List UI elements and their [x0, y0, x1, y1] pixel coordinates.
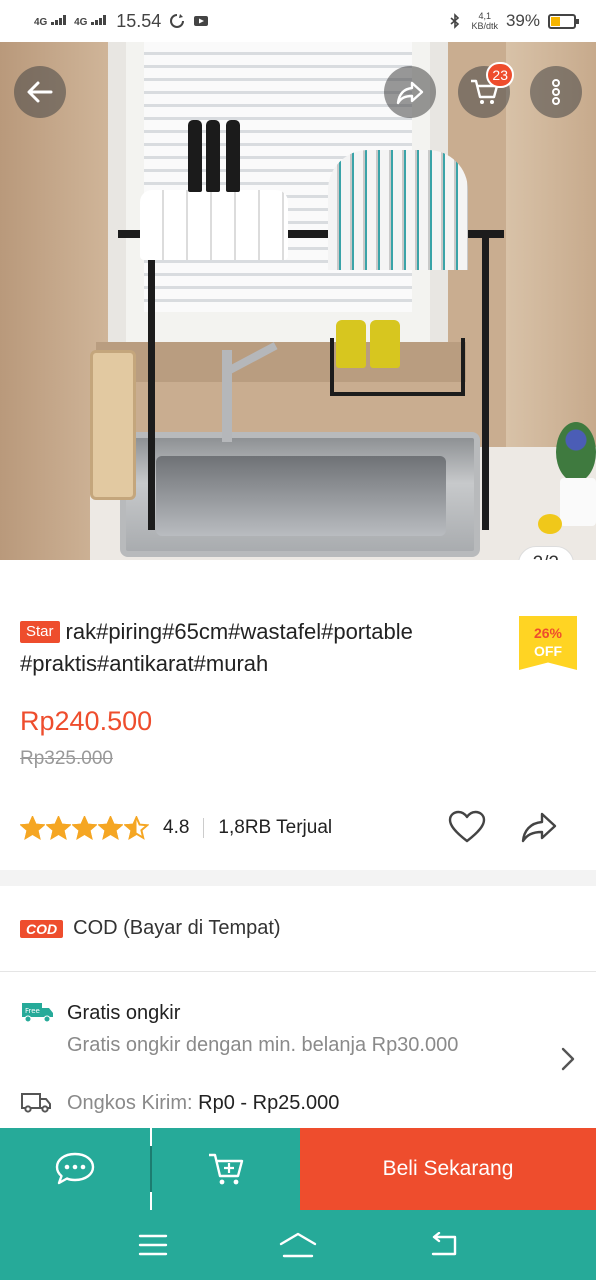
- star-full-icon: [46, 816, 71, 840]
- star-full-icon: [98, 816, 123, 840]
- battery-icon: [548, 13, 579, 29]
- heart-icon[interactable]: [448, 810, 486, 844]
- section-gap: [0, 870, 596, 886]
- photo-knife-3: [226, 120, 240, 192]
- shipping-cost-value: Rp0 - Rp25.000: [198, 1092, 340, 1114]
- rating-value: 4.8: [163, 817, 190, 838]
- shipping-cost-label: Ongkos Kirim:: [67, 1092, 193, 1114]
- product-image-gallery[interactable]: 23 2/2: [0, 42, 596, 560]
- photo-knife-2: [206, 120, 220, 192]
- buy-now-button[interactable]: Beli Sekarang: [300, 1128, 596, 1210]
- chat-bubble-icon: [55, 1152, 95, 1185]
- system-nav-bar: [0, 1210, 596, 1280]
- photo-knife-1: [188, 120, 202, 192]
- photo-sink: [120, 432, 480, 557]
- share-button[interactable]: [384, 66, 436, 118]
- product-info: Star rak#piring#65cm#wastafel#portable #p…: [0, 560, 596, 870]
- network-type-1: 4G: [34, 16, 48, 28]
- network-type-2: 4G: [74, 16, 88, 28]
- shipping-cost: Ongkos Kirim: Rp0 - Rp25.000: [67, 1092, 339, 1115]
- photo-cutting-board: [90, 350, 136, 500]
- bluetooth-icon: [450, 13, 460, 29]
- status-bar: 4G 4G 15.54 4,1 KB/dtk 39%: [0, 0, 596, 42]
- free-shipping-subtitle: Gratis ongkir dengan min. belanja Rp30.0…: [67, 1034, 459, 1056]
- home-icon: [279, 1232, 317, 1258]
- photo-sink-basin: [156, 456, 446, 536]
- photo-rack-leg-left: [148, 230, 155, 530]
- speed-unit: KB/dtk: [471, 21, 498, 31]
- free-shipping-title: Gratis ongkir: [67, 1002, 181, 1024]
- star-full-icon: [20, 816, 45, 840]
- chat-button[interactable]: [0, 1128, 150, 1210]
- product-title: rak#piring#65cm#wastafel#portable #prakt…: [20, 619, 413, 676]
- cod-label: COD (Bayar di Tempat): [73, 917, 281, 939]
- chevron-right-icon[interactable]: [560, 1046, 576, 1072]
- clock: 15.54: [116, 10, 162, 31]
- nav-home-button[interactable]: [268, 1223, 328, 1267]
- free-icon-text: Free: [25, 1007, 40, 1015]
- photo-bowls: [140, 190, 288, 260]
- signal-bars-2-icon: [91, 14, 107, 25]
- status-left: 4G 4G 15.54: [34, 11, 209, 32]
- photo-lemon: [538, 514, 562, 534]
- star-seller-badge: Star: [20, 621, 60, 643]
- return-icon: [432, 1232, 457, 1256]
- star-fill: [20, 816, 45, 840]
- photo-bottle-1: [336, 320, 366, 368]
- share-arrow-icon: [396, 81, 424, 105]
- original-price: Rp325.000: [20, 748, 113, 769]
- sync-icon: [170, 14, 185, 28]
- more-options-button[interactable]: [530, 66, 582, 118]
- rating-divider: [203, 818, 205, 838]
- delivery-truck-icon: [21, 1093, 51, 1113]
- photo-rack-leg-right: [482, 230, 489, 530]
- bottom-action-bar: Beli Sekarang: [0, 1128, 596, 1210]
- signal-bars-1-icon: [51, 14, 67, 25]
- cart-button[interactable]: 23: [458, 62, 514, 118]
- back-button[interactable]: [14, 66, 66, 118]
- rating-row: 4.8 1,8RB Terjual: [20, 810, 576, 844]
- battery-fill: [551, 16, 560, 26]
- status-right: 4,1 KB/dtk 39%: [447, 11, 579, 31]
- cod-badge: COD: [20, 919, 64, 938]
- image-counter: 2/2: [517, 546, 574, 560]
- discount-badge: 26% OFF: [519, 616, 577, 670]
- more-vertical-icon: [552, 79, 560, 105]
- battery-percent: 39%: [505, 11, 540, 30]
- cart-count-badge: 23: [486, 62, 514, 88]
- nav-back-button[interactable]: [413, 1223, 473, 1267]
- cod-row[interactable]: COD COD (Bayar di Tempat): [0, 886, 596, 972]
- free-shipping-truck-icon: Free: [22, 1003, 53, 1023]
- nav-menu-button[interactable]: [123, 1223, 183, 1267]
- signal-1: 4G: [34, 14, 67, 28]
- signal-2: 4G: [74, 14, 107, 28]
- product-price: Rp240.500: [20, 706, 153, 736]
- add-to-cart-button[interactable]: [152, 1128, 300, 1210]
- share-icon[interactable]: [520, 810, 558, 844]
- photo-pot: [560, 478, 596, 526]
- sold-count: 1,8RB Terjual: [218, 817, 333, 838]
- star-full-icon: [72, 816, 97, 840]
- back-arrow-icon: [27, 81, 53, 103]
- speed-value: 4,1: [478, 11, 491, 21]
- photo-bottle-2: [370, 320, 400, 368]
- youtube-icon: [194, 16, 209, 26]
- shipping-section[interactable]: Free Gratis ongkir Gratis ongkir dengan …: [0, 972, 596, 1128]
- product-title-block: Star rak#piring#65cm#wastafel#portable #p…: [20, 616, 510, 680]
- discount-percent: 26%: [533, 625, 563, 641]
- star-half-icon: [124, 816, 149, 840]
- star-fill: [98, 816, 123, 840]
- menu-icon: [138, 1234, 167, 1256]
- network-speed: 4,1 KB/dtk: [471, 11, 498, 31]
- rating-stars: [20, 816, 149, 840]
- add-to-cart-icon: [209, 1153, 244, 1185]
- photo-plant: [556, 422, 596, 482]
- star-fill: [46, 816, 71, 840]
- star-fill: [72, 816, 97, 840]
- discount-off-label: OFF: [534, 643, 562, 659]
- photo-plates: [328, 150, 468, 270]
